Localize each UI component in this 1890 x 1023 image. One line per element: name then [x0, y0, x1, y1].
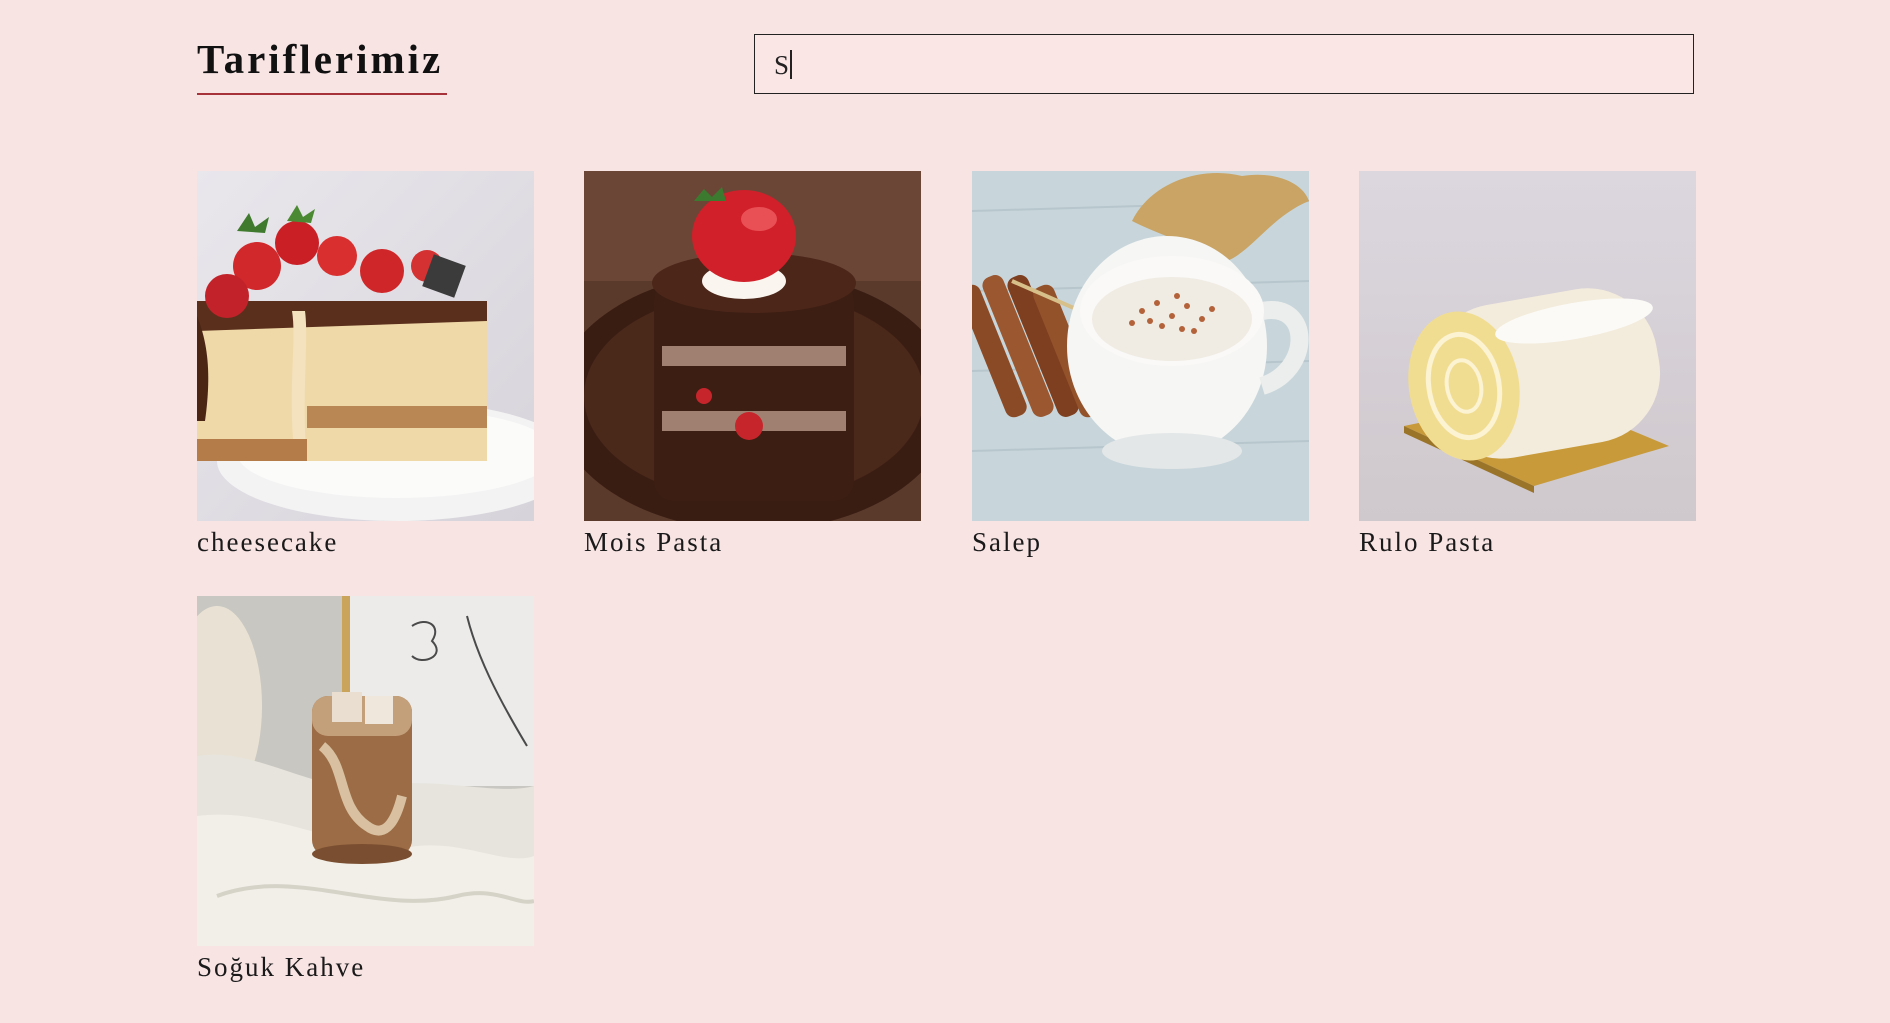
page-title: Tariflerimiz [197, 36, 444, 82]
rulo-pasta-image[interactable] [1359, 171, 1696, 521]
recipe-label: Soğuk Kahve [197, 952, 366, 982]
title-underline [197, 93, 447, 95]
header: Tariflerimiz [197, 34, 1697, 98]
search-input[interactable] [774, 45, 1654, 85]
search-box[interactable] [754, 34, 1694, 94]
salep-image[interactable] [972, 171, 1309, 521]
soguk-kahve-image[interactable] [197, 596, 534, 946]
text-caret [790, 50, 792, 79]
recipe-label: cheesecake [197, 527, 339, 557]
recipe-label: Rulo Pasta [1359, 527, 1496, 557]
recipe-label: Mois Pasta [584, 527, 724, 557]
mois-pasta-image[interactable] [584, 171, 921, 521]
recipe-label: Salep [972, 527, 1042, 557]
cheesecake-image[interactable] [197, 171, 534, 521]
